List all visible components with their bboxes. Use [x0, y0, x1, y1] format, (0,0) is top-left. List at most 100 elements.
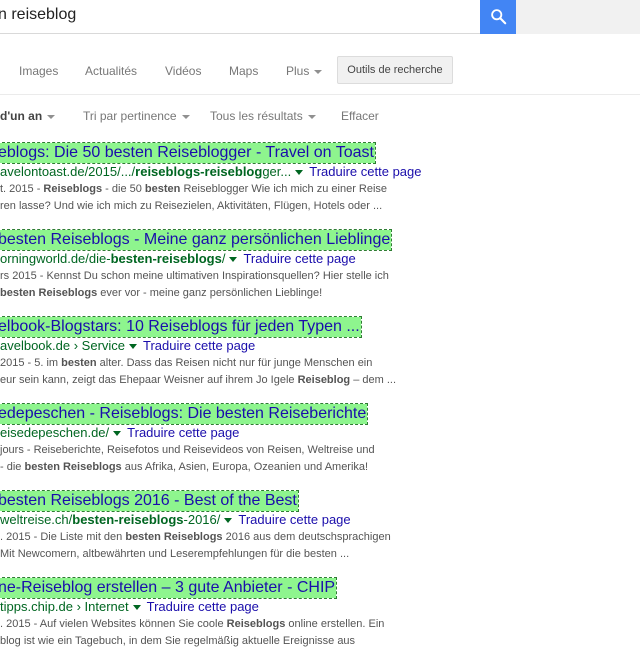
filter-all-results[interactable]: Tous les résultats	[210, 109, 316, 123]
snippet-text: t. 2015 -	[0, 183, 44, 195]
snippet-text: eur sein kann, zeigt das Ehepaar Weisner…	[0, 374, 298, 386]
url-dropdown-icon[interactable]	[224, 518, 233, 524]
url-tail: ger...	[262, 164, 292, 179]
url-text: tipps.chip.de › Internet	[0, 599, 129, 614]
url-dropdown-icon[interactable]	[295, 170, 304, 176]
result-snippet-line: t. 2015 - Reiseblogs - die 50 besten Rei…	[0, 183, 387, 195]
search-icon	[491, 9, 507, 25]
snippet-text: ren lasse? Und wie ich mich zu Reiseziel…	[0, 200, 383, 212]
result-snippet-line: eur sein kann, zeigt das Ehepaar Weisner…	[0, 374, 396, 386]
url-dropdown-icon[interactable]	[229, 257, 238, 263]
result-title-link[interactable]: elbook-Blogstars: 10 Reiseblogs für jede…	[0, 316, 362, 338]
snippet-text: - die	[0, 461, 25, 473]
snippet-text: rs 2015 - Kennst Du schon meine ultimati…	[0, 270, 389, 282]
chevron-down-icon	[181, 114, 190, 119]
result-item: edepeschen - Reiseblogs: Die besten Reis…	[0, 403, 640, 484]
result-snippet-line: - die besten Reiseblogs aus Afrika, Asie…	[0, 461, 368, 473]
filter-clear-link[interactable]: Effacer	[341, 109, 379, 123]
snippet-text: online erstellen. Ein	[285, 618, 385, 630]
result-title-link[interactable]: besten Reiseblogs 2016 - Best of the Bes…	[0, 490, 299, 512]
tab-images[interactable]: Images	[19, 64, 58, 78]
search-query-text[interactable]: n reiseblog	[0, 6, 76, 24]
snippet-keyword: besten Reiseblogs	[125, 531, 223, 543]
snippet-text: . 2015 - Auf vielen Websites können Sie …	[0, 618, 227, 630]
filter-sort-label: Tri par pertinence	[83, 109, 177, 123]
url-text: avelontoast.de/2015/.../	[0, 164, 136, 179]
translate-link[interactable]: Traduire cette page	[309, 164, 421, 179]
result-snippet-line: . 2015 - Auf vielen Websites können Sie …	[0, 618, 384, 630]
url-text: orningworld.de/die-	[0, 251, 111, 266]
url-dropdown-icon[interactable]	[113, 431, 122, 437]
tab-more[interactable]: Plus	[286, 64, 323, 78]
result-snippet-line: ren lasse? Und wie ich mich zu Reiseziel…	[0, 200, 382, 212]
snippet-text: blog ist wie ein Tagebuch, in dem Sie re…	[0, 635, 356, 647]
snippet-text: alter. Dass das Reisen nicht nur für jun…	[96, 357, 373, 369]
url-bold: besten-reiseblogs	[72, 512, 184, 527]
snippet-text: . 2015 - Die Liste mit den	[0, 531, 126, 543]
snippet-keyword: Reiseblogs	[226, 618, 286, 630]
snippet-text: aus Afrika, Asien, Europa, Ozeanien und …	[121, 461, 369, 473]
result-snippet-line: rs 2015 - Kennst Du schon meine ultimati…	[0, 270, 389, 282]
snippet-text: Mit Newcomern, altbewährten und Leseremp…	[0, 548, 350, 560]
result-url: weltreise.ch/besten-reiseblogs-2016/Trad…	[0, 512, 351, 527]
result-item: besten Reiseblogs - Meine ganz persönlic…	[0, 229, 640, 310]
result-snippet-line: jours - Reiseberichte, Reisefotos und Re…	[0, 444, 375, 456]
translate-link[interactable]: Traduire cette page	[143, 338, 255, 353]
snippet-keyword: Reiseblog	[297, 374, 351, 386]
result-url: avelbook.de › Service Traduire cette page	[0, 338, 255, 353]
url-bold: reiseblogs-reiseblog	[135, 164, 263, 179]
search-tabs: Images Actualités Vidéos Maps Plus	[0, 50, 640, 95]
result-title-link[interactable]: ne-Reiseblog erstellen – 3 gute Anbieter…	[0, 577, 338, 599]
snippet-text: - die 50	[102, 183, 145, 195]
result-title-link[interactable]: eblogs: Die 50 besten Reiseblogger - Tra…	[0, 142, 376, 164]
snippet-text: 2016 aus dem deutschsprachigen	[222, 531, 391, 543]
result-item: besten Reiseblogs 2016 - Best of the Bes…	[0, 490, 640, 571]
result-snippet-line: 2015 - 5. im besten alter. Dass das Reis…	[0, 357, 372, 369]
search-input[interactable]: n reiseblog	[0, 0, 482, 34]
url-dropdown-icon[interactable]	[129, 344, 138, 350]
result-snippet-line: . 2015 - Die Liste mit den besten Reiseb…	[0, 531, 391, 543]
tab-videos[interactable]: Vidéos	[165, 64, 201, 78]
search-button[interactable]	[480, 0, 516, 34]
url-text: weltreise.ch/	[0, 512, 73, 527]
chevron-down-icon	[314, 69, 323, 74]
chevron-down-icon	[307, 114, 316, 119]
result-item: elbook-Blogstars: 10 Reiseblogs für jede…	[0, 316, 640, 397]
result-url: tipps.chip.de › Internet Traduire cette p…	[0, 599, 259, 614]
result-title-link[interactable]: edepeschen - Reiseblogs: Die besten Reis…	[0, 403, 369, 425]
result-title-link[interactable]: besten Reiseblogs - Meine ganz persönlic…	[0, 229, 393, 251]
result-url: eisedepeschen.de/Traduire cette page	[0, 425, 239, 440]
snippet-text: jours - Reiseberichte, Reisefotos und Re…	[0, 444, 375, 456]
translate-link[interactable]: Traduire cette page	[243, 251, 355, 266]
snippet-keyword: besten	[144, 183, 181, 195]
chevron-down-icon	[47, 114, 56, 119]
snippet-text: Reiseblogger Wie ich mich zu einer Reise	[180, 183, 388, 195]
snippet-keyword: besten Reiseblogs	[24, 461, 122, 473]
translate-link[interactable]: Traduire cette page	[127, 425, 239, 440]
url-dropdown-icon[interactable]	[132, 605, 141, 611]
result-item: eblogs: Die 50 besten Reiseblogger - Tra…	[0, 142, 640, 223]
url-tail: /	[221, 251, 226, 266]
snippet-keyword: besten	[61, 357, 97, 369]
result-snippet-line: besten Reiseblogs ever vor - meine ganz …	[0, 287, 322, 299]
filter-time[interactable]: d'un an	[0, 109, 56, 123]
url-bold: besten-reiseblogs	[110, 251, 222, 266]
filter-time-label: d'un an	[0, 109, 43, 123]
search-filters: d'un an Tri par pertinence Tous les résu…	[0, 100, 640, 130]
url-tail: -2016/	[183, 512, 221, 527]
translate-link[interactable]: Traduire cette page	[147, 599, 259, 614]
tab-maps[interactable]: Maps	[229, 64, 258, 78]
result-url: orningworld.de/die-besten-reiseblogs/ Tra…	[0, 251, 356, 266]
tab-more-label: Plus	[286, 64, 310, 78]
snippet-text: 2015 - 5. im	[0, 357, 62, 369]
tab-news[interactable]: Actualités	[85, 64, 137, 78]
result-snippet-line: Mit Newcomern, altbewährten und Leseremp…	[0, 548, 349, 560]
snippet-keyword: besten Reiseblogs	[0, 287, 98, 299]
snippet-text: – dem ...	[350, 374, 397, 386]
translate-link[interactable]: Traduire cette page	[238, 512, 350, 527]
result-url: avelontoast.de/2015/.../reiseblogs-reise…	[0, 164, 422, 179]
snippet-text: ever vor - meine ganz persönlichen Liebl…	[97, 287, 323, 299]
search-tools-button[interactable]: Outils de recherche	[337, 56, 453, 84]
search-header: n reiseblog	[0, 0, 640, 36]
filter-sort[interactable]: Tri par pertinence	[83, 109, 190, 123]
